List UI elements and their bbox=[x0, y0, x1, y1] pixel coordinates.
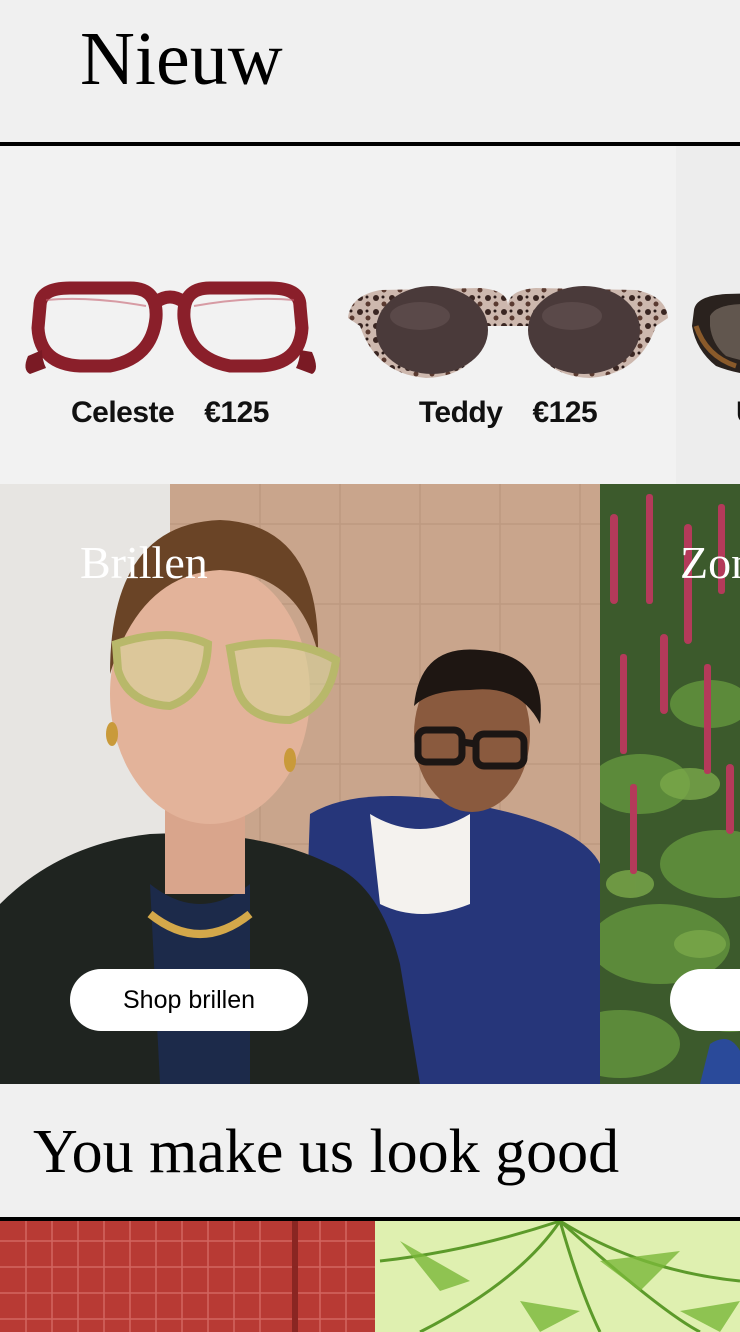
category-card-brillen[interactable]: Brillen Shop brillen bbox=[0, 484, 600, 1084]
shop-zon-button[interactable]: Sh bbox=[670, 969, 740, 1031]
product-price: €125 bbox=[204, 396, 269, 429]
category-title: Zon bbox=[680, 537, 740, 588]
glasses-celeste-image bbox=[25, 281, 316, 374]
sunglasses-teddy-image bbox=[348, 286, 668, 378]
product-name: U bbox=[736, 396, 740, 430]
product-meta: Teddy €125 bbox=[340, 396, 676, 430]
product-name: Teddy bbox=[418, 396, 503, 429]
product-carousel[interactable]: Celeste €125 Teddy €125 bbox=[0, 146, 740, 484]
glasses-partial-image bbox=[692, 293, 740, 374]
product-meta: U bbox=[676, 396, 740, 430]
category-cards[interactable]: Brillen Shop brillen Zon bbox=[0, 484, 740, 1084]
community-title: You make us look good bbox=[33, 1118, 620, 1186]
shop-brillen-button[interactable]: Shop brillen bbox=[70, 969, 308, 1031]
product-name: Celeste bbox=[71, 396, 175, 429]
product-card-celeste[interactable]: Celeste €125 bbox=[0, 146, 340, 484]
category-title: Brillen bbox=[80, 537, 208, 588]
category-card-zon[interactable]: Zon Sh bbox=[600, 484, 740, 1084]
community-photo-strip bbox=[0, 1221, 740, 1332]
section-title-new: Nieuw bbox=[80, 17, 283, 101]
product-price: €125 bbox=[532, 396, 598, 429]
community-photos[interactable] bbox=[0, 1221, 740, 1332]
product-meta: Celeste €125 bbox=[0, 396, 340, 430]
product-card-partial[interactable]: U bbox=[676, 146, 740, 484]
product-card-teddy[interactable]: Teddy €125 bbox=[340, 146, 676, 484]
